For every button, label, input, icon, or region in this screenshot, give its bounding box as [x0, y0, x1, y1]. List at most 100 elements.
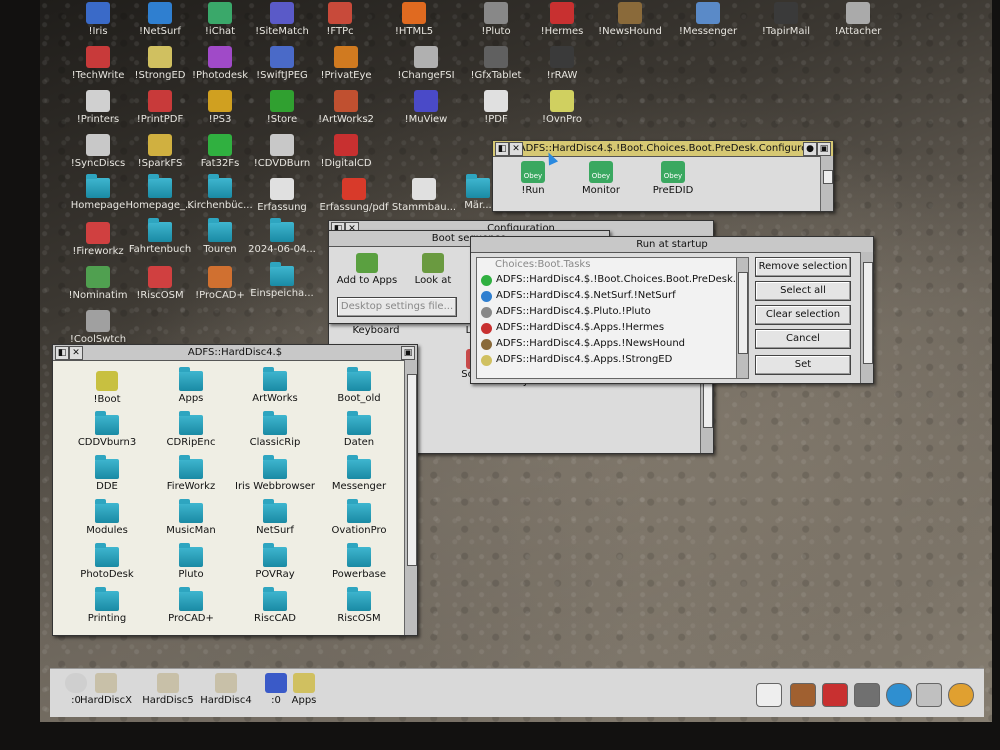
directory-item[interactable]: Iris Webbrowser	[235, 455, 315, 492]
dog-icon[interactable]	[790, 683, 816, 707]
directory-label: Apps	[178, 393, 204, 404]
directory-item[interactable]: CDRipEnc	[151, 411, 231, 448]
startup-list-item[interactable]: ADFS::HardDisc4.$.!Boot.Choices.Boot.Pre…	[477, 272, 737, 288]
desktop-icon[interactable]: Erfassung	[244, 178, 320, 213]
run-at-startup-window[interactable]: Run at startup Choices:Boot.Tasks ADFS::…	[470, 236, 874, 384]
look-at-button[interactable]: Look at	[391, 253, 475, 286]
directory-item[interactable]: Printing	[67, 587, 147, 624]
obey-file-item[interactable]: Obey Monitor	[571, 161, 631, 196]
iconbar-device[interactable]: HardDiscX	[80, 673, 132, 706]
directory-item[interactable]: PhotoDesk	[67, 543, 147, 580]
desktop-icon[interactable]: !Messenger	[670, 2, 746, 37]
flower-icon[interactable]	[948, 683, 974, 707]
directory-item[interactable]: CDDVburn3	[67, 411, 147, 448]
iconbar-device[interactable]: HardDisc5	[142, 673, 194, 706]
display-icon[interactable]	[854, 683, 880, 707]
obey-file-item[interactable]: Obey PreEDID	[643, 161, 703, 196]
back-icon[interactable]: ◧	[55, 346, 69, 360]
directory-item[interactable]: Boot_old	[319, 367, 399, 404]
startup-list-scrollbar[interactable]	[736, 257, 749, 379]
directory-item[interactable]: MusicMan	[151, 499, 231, 536]
harddisc4-titlebar[interactable]: ◧ ✕ ADFS::HardDisc4.$ ▣	[53, 345, 417, 361]
toggle-size-icon[interactable]: ▣	[817, 142, 831, 156]
startup-item-path: ADFS::HardDisc4.$.Pluto.!Pluto	[496, 306, 651, 317]
desktop-icon[interactable]: !PDF	[458, 90, 534, 125]
cancel-button[interactable]: Cancel	[755, 329, 851, 349]
directory-label: NetSurf	[256, 525, 294, 536]
directory-item[interactable]: Powerbase	[319, 543, 399, 580]
desktop-icon[interactable]: 2024-06-04...	[244, 218, 320, 255]
app-icon	[86, 134, 110, 156]
desktop-icon[interactable]: !NewsHound	[592, 2, 668, 37]
monitor-icon[interactable]	[916, 683, 942, 707]
app-icon	[334, 46, 358, 68]
app-icon	[86, 222, 110, 244]
desktop-settings-button[interactable]: Desktop settings file...	[337, 297, 457, 317]
toggle-size-icon[interactable]: ▣	[401, 346, 415, 360]
desktop-icon[interactable]: !GfxTablet	[458, 46, 534, 81]
iconbar-device-label: HardDiscX	[80, 695, 132, 706]
startup-list-item[interactable]: ADFS::HardDisc4.$.NetSurf.!NetSurf	[477, 288, 737, 304]
remove-selection-button[interactable]: Remove selection	[755, 257, 851, 277]
startup-list-item[interactable]: ADFS::HardDisc4.$.Apps.!NewsHound	[477, 336, 737, 352]
obey-file-item[interactable]: Obey !Run	[503, 161, 563, 196]
boot-app-item[interactable]: !Boot	[67, 371, 147, 405]
directory-item[interactable]: NetSurf	[235, 499, 315, 536]
directory-item[interactable]: Pluto	[151, 543, 231, 580]
desktop-icon[interactable]: !Hermes	[524, 2, 600, 37]
directory-item[interactable]: ArtWorks	[235, 367, 315, 404]
desktop-icon[interactable]: Erfassung/pdf	[316, 178, 392, 213]
startup-list-item[interactable]: ADFS::HardDisc4.$.Pluto.!Pluto	[477, 304, 737, 320]
desktop-icon[interactable]: !PrivatEye	[308, 46, 384, 81]
desktop-icon[interactable]: !ChangeFSI	[388, 46, 464, 81]
desktop-icon[interactable]: Einspeicha...	[244, 262, 320, 299]
directory-item[interactable]: Daten	[319, 411, 399, 448]
run-at-startup-titlebar[interactable]: Run at startup	[471, 237, 873, 253]
startup-list-item[interactable]: ADFS::HardDisc4.$.Apps.!Hermes	[477, 320, 737, 336]
harddisc4-scrollbar[interactable]	[404, 360, 417, 635]
directory-item[interactable]: RiscCAD	[235, 587, 315, 624]
directory-item[interactable]: RiscOSM	[319, 587, 399, 624]
startup-list[interactable]: Choices:Boot.Tasks ADFS::HardDisc4.$.!Bo…	[476, 257, 738, 379]
iconbar-device[interactable]: Apps	[278, 673, 330, 706]
harddisc4-window[interactable]: ◧ ✕ ADFS::HardDisc4.$ ▣ !Boot Apps ArtWork…	[52, 344, 418, 636]
run-at-startup-scrollbar[interactable]	[860, 252, 873, 383]
desktop-icon[interactable]: !FTPc	[302, 2, 378, 37]
startup-list-item[interactable]: ADFS::HardDisc4.$.Apps.!StrongED	[477, 352, 737, 368]
desktop-icon[interactable]: !ArtWorks2	[308, 90, 384, 125]
desktop-icon[interactable]: !TapirMail	[748, 2, 824, 37]
desktop-icon[interactable]: !DigitalCD	[308, 134, 384, 169]
directory-item[interactable]: ProCAD+	[151, 587, 231, 624]
desktop-icon[interactable]: !Pluto	[458, 2, 534, 37]
clear-selection-button[interactable]: Clear selection	[755, 305, 851, 325]
keyboard-item[interactable]: Keyboard	[335, 325, 417, 336]
desktop-icon[interactable]: !Attacher	[820, 2, 896, 37]
hermes-icon[interactable]	[822, 683, 848, 707]
directory-item[interactable]: Messenger	[319, 455, 399, 492]
configure-window[interactable]: ◧ ✕ ADFS::HardDisc4.$.!Boot.Choices.Boot…	[492, 140, 834, 212]
globe-icon[interactable]	[886, 683, 912, 707]
desktop-icon[interactable]: !CoolSwtch	[60, 310, 136, 345]
fist-icon[interactable]	[756, 683, 782, 707]
close-icon[interactable]: ✕	[509, 142, 523, 156]
app-icon	[86, 310, 110, 332]
desktop-icon[interactable]: !MuView	[388, 90, 464, 125]
iconbar-device[interactable]: HardDisc4	[200, 673, 252, 706]
select-all-button[interactable]: Select all	[755, 281, 851, 301]
desktop-icon[interactable]: !rRAW	[524, 46, 600, 81]
obey-file-icon: Obey	[521, 161, 545, 183]
desktop-icon[interactable]: !HTML5	[376, 2, 452, 37]
desktop-icon[interactable]: !OvnPro	[524, 90, 600, 125]
directory-item[interactable]: OvationPro	[319, 499, 399, 536]
directory-item[interactable]: DDE	[67, 455, 147, 492]
back-icon[interactable]: ◧	[495, 142, 509, 156]
directory-item[interactable]: POVRay	[235, 543, 315, 580]
configure-scrollbar[interactable]	[820, 156, 833, 211]
set-button[interactable]: Set	[755, 355, 851, 375]
iconise-icon[interactable]: ●	[803, 142, 817, 156]
directory-item[interactable]: Apps	[151, 367, 231, 404]
close-icon[interactable]: ✕	[69, 346, 83, 360]
directory-item[interactable]: FireWorkz	[151, 455, 231, 492]
directory-item[interactable]: ClassicRip	[235, 411, 315, 448]
directory-item[interactable]: Modules	[67, 499, 147, 536]
